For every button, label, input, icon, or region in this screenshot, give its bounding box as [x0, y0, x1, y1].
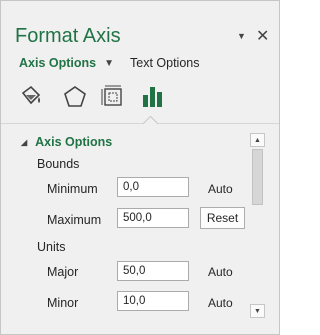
minimum-label: Minimum [47, 182, 98, 196]
scrollbar-thumb[interactable] [252, 149, 263, 205]
units-label: Units [37, 240, 66, 254]
option-tabs: Axis Options ▼ Text Options [19, 56, 199, 70]
maximum-input[interactable]: 500,0 [117, 208, 189, 228]
minor-auto-label: Auto [208, 296, 233, 310]
close-icon[interactable]: ✕ [256, 26, 269, 46]
major-label: Major [47, 265, 79, 279]
collapse-triangle-icon[interactable]: ◢ [21, 138, 27, 147]
minimum-input[interactable]: 0,0 [117, 177, 189, 197]
format-axis-pane: Format Axis ▼ ✕ Axis Options ▼ Text Opti… [0, 0, 280, 335]
scroll-up-icon[interactable]: ▲ [250, 133, 265, 147]
section-axis-options[interactable]: ◢ Axis Options [21, 135, 112, 149]
section-title: Axis Options [35, 135, 113, 149]
bounds-label: Bounds [37, 157, 80, 171]
major-auto-label: Auto [208, 265, 233, 279]
axis-options-panel: ◢ Axis Options Bounds Minimum 0,0 Auto M… [1, 129, 247, 334]
maximum-reset-button[interactable]: Reset [200, 207, 245, 229]
maximum-label: Maximum [47, 213, 102, 227]
minimum-auto-label: Auto [208, 182, 233, 196]
size-properties-icon[interactable] [99, 83, 127, 111]
minor-input[interactable]: 10,0 [117, 291, 189, 311]
task-pane-options-icon[interactable]: ▼ [237, 31, 246, 41]
major-input[interactable]: 50,0 [117, 261, 189, 281]
pane-title: Format Axis [15, 25, 121, 47]
tab-text-options[interactable]: Text Options [130, 56, 199, 70]
vertical-scrollbar[interactable]: ▲ ▼ [250, 133, 265, 318]
tab-divider [1, 123, 279, 124]
scroll-down-icon[interactable]: ▼ [250, 304, 265, 318]
chevron-down-icon[interactable]: ▼ [104, 58, 114, 69]
tab-axis-options[interactable]: Axis Options [19, 56, 96, 70]
axis-options-bar-chart-icon[interactable] [139, 83, 167, 111]
effects-pentagon-icon[interactable] [61, 83, 89, 111]
fill-line-icon[interactable] [17, 83, 45, 111]
minor-label: Minor [47, 296, 79, 310]
